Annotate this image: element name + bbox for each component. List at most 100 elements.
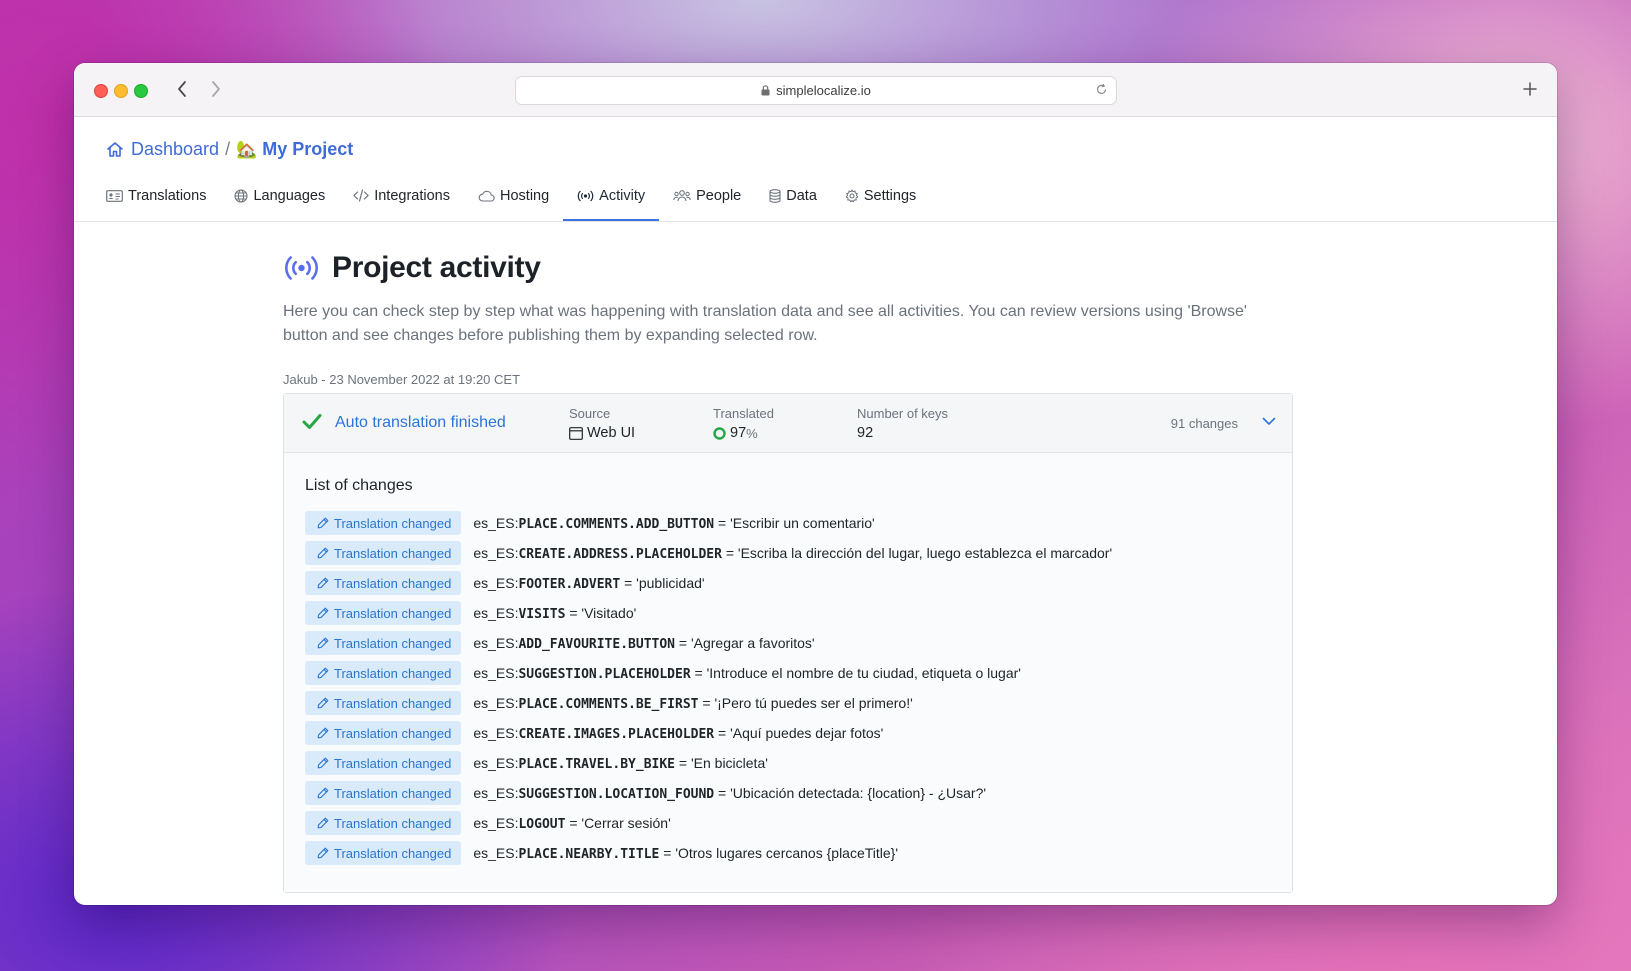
- badge-label: Translation changed: [334, 755, 452, 771]
- browser-toolbar: simplelocalize.io: [74, 63, 1557, 117]
- change-row: Translation changed es_ES:CREATE.ADDRESS…: [305, 541, 1271, 565]
- tab-label: People: [696, 187, 742, 204]
- badge-label: Translation changed: [334, 575, 452, 591]
- tab-settings[interactable]: Settings: [831, 173, 930, 218]
- change-row: Translation changed es_ES:ADD_FAVOURITE.…: [305, 631, 1271, 655]
- changes-panel: List of changes Translation changed es_E…: [284, 453, 1292, 892]
- translation-changed-badge: Translation changed: [305, 781, 462, 805]
- change-key: FOOTER.ADVERT: [518, 576, 621, 592]
- translation-changed-badge: Translation changed: [305, 661, 462, 685]
- tab-hosting[interactable]: Hosting: [464, 173, 563, 218]
- new-tab-button[interactable]: [1519, 78, 1541, 100]
- change-text: es_ES:CREATE.IMAGES.PLACEHOLDER = 'Aquí …: [473, 725, 883, 742]
- change-key: PLACE.NEARBY.TITLE: [518, 846, 660, 862]
- translated-unit: %: [746, 425, 758, 441]
- change-lang: es_ES:: [473, 694, 519, 711]
- tab-activity[interactable]: Activity: [563, 173, 660, 221]
- lock-icon: [761, 85, 770, 96]
- tab-label: Languages: [253, 187, 326, 204]
- minimize-window-button[interactable]: [114, 84, 128, 98]
- tab-label: Settings: [863, 187, 917, 204]
- change-text: es_ES:SUGGESTION.LOCATION_FOUND = 'Ubica…: [473, 785, 986, 802]
- change-text: es_ES:PLACE.NEARBY.TITLE = 'Otros lugare…: [473, 845, 898, 862]
- database-icon: [769, 188, 781, 203]
- source-label: Source: [569, 406, 611, 421]
- tab-label: Data: [786, 187, 817, 204]
- tab-translations[interactable]: Translations: [92, 173, 220, 218]
- change-row: Translation changed es_ES:PLACE.COMMENTS…: [305, 691, 1271, 715]
- change-lang: es_ES:: [473, 574, 519, 591]
- page-description: Here you can check step by step what was…: [283, 303, 1247, 344]
- change-text: es_ES:VISITS = 'Visitado': [473, 605, 636, 622]
- change-value: = 'Aquí puedes dejar fotos': [714, 724, 884, 741]
- cloud-icon: [478, 190, 495, 202]
- pencil-icon: [317, 847, 329, 859]
- change-key: LOGOUT: [518, 816, 566, 832]
- keys-value: 92: [857, 425, 874, 441]
- chevron-left-icon: [178, 81, 186, 97]
- maximize-window-button[interactable]: [134, 84, 148, 98]
- code-icon: [353, 189, 370, 202]
- change-lang: es_ES:: [473, 754, 519, 771]
- address-bar[interactable]: simplelocalize.io: [515, 76, 1117, 105]
- badge-label: Translation changed: [334, 695, 452, 711]
- url-text: simplelocalize.io: [776, 83, 871, 98]
- change-key: CREATE.IMAGES.PLACEHOLDER: [518, 726, 715, 742]
- page-heading: Project activity: [332, 251, 541, 284]
- translation-changed-badge: Translation changed: [305, 631, 462, 655]
- translation-changed-badge: Translation changed: [305, 511, 462, 535]
- browser-window-icon: [569, 426, 583, 440]
- pencil-icon: [317, 787, 329, 799]
- change-value: = 'Introduce el nombre de tu ciudad, eti…: [690, 664, 1021, 681]
- change-key: ADD_FAVOURITE.BUTTON: [518, 636, 676, 652]
- pencil-icon: [317, 577, 329, 589]
- close-window-button[interactable]: [94, 84, 108, 98]
- breadcrumb: Dashboard / 🏡 My Project: [106, 139, 353, 160]
- chevron-right-icon: [212, 81, 220, 97]
- change-key: PLACE.COMMENTS.ADD_BUTTON: [518, 516, 715, 532]
- pencil-icon: [317, 637, 329, 649]
- keys-field: Number of keys 92: [857, 406, 948, 441]
- tab-people[interactable]: People: [659, 173, 755, 218]
- change-lang: es_ES:: [473, 634, 519, 651]
- change-text: es_ES:SUGGESTION.PLACEHOLDER = 'Introduc…: [473, 665, 1021, 682]
- change-row: Translation changed es_ES:PLACE.TRAVEL.B…: [305, 751, 1271, 775]
- translated-field: Translated 97%: [713, 406, 774, 441]
- globe-icon: [234, 188, 249, 203]
- tab-label: Integrations: [374, 187, 450, 204]
- translation-changed-badge: Translation changed: [305, 541, 462, 565]
- breadcrumb-project-link[interactable]: My Project: [262, 139, 353, 160]
- chevron-down-icon[interactable]: [1262, 417, 1276, 426]
- broadcast-icon: [577, 190, 594, 202]
- progress-ring-icon: [713, 426, 726, 440]
- forward-button[interactable]: [204, 77, 228, 101]
- change-row: Translation changed es_ES:PLACE.COMMENTS…: [305, 511, 1271, 535]
- activity-card: Auto translation finished Source Web UI …: [283, 393, 1293, 893]
- back-button[interactable]: [170, 77, 194, 101]
- change-value: = 'Otros lugares cercanos {placeTitle}': [659, 844, 899, 861]
- change-text: es_ES:PLACE.COMMENTS.BE_FIRST = '¡Pero t…: [473, 695, 912, 712]
- change-text: es_ES:CREATE.ADDRESS.PLACEHOLDER = 'Escr…: [473, 545, 1112, 562]
- tab-languages[interactable]: Languages: [220, 173, 339, 218]
- tab-data[interactable]: Data: [755, 173, 831, 218]
- pencil-icon: [317, 607, 329, 619]
- tab-label: Translations: [128, 187, 207, 204]
- badge-label: Translation changed: [334, 605, 452, 621]
- change-lang: es_ES:: [473, 844, 519, 861]
- tab-label: Hosting: [500, 187, 550, 204]
- breadcrumb-dashboard-link[interactable]: Dashboard: [131, 139, 219, 160]
- pencil-icon: [317, 757, 329, 769]
- reload-icon[interactable]: [1095, 83, 1108, 96]
- source-field: Source Web UI: [569, 406, 635, 441]
- change-lang: es_ES:: [473, 514, 519, 531]
- change-value: = 'Escriba la dirección del lugar, luego…: [721, 544, 1113, 561]
- pencil-icon: [317, 667, 329, 679]
- change-key: SUGGESTION.PLACEHOLDER: [518, 666, 691, 682]
- change-key: VISITS: [518, 606, 566, 622]
- badge-label: Translation changed: [334, 635, 452, 651]
- tab-label: Activity: [599, 187, 646, 204]
- activity-row-header[interactable]: Auto translation finished Source Web UI …: [284, 394, 1292, 453]
- changes-list-title: List of changes: [305, 477, 413, 494]
- translation-changed-badge: Translation changed: [305, 751, 462, 775]
- tab-integrations[interactable]: Integrations: [339, 173, 464, 218]
